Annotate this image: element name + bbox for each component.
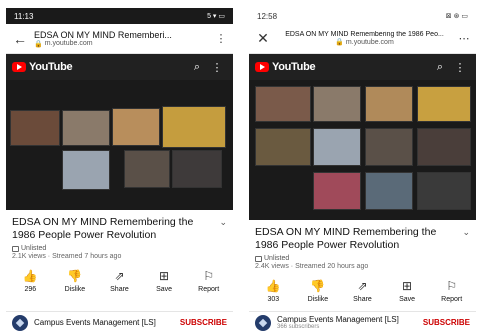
- participant-tile: [255, 128, 311, 166]
- like-button[interactable]: 👍 296: [12, 268, 48, 293]
- lock-icon: 🔒: [34, 40, 43, 48]
- participant-tile: [365, 128, 413, 166]
- participant-tile: [10, 110, 60, 146]
- participant-tile: [162, 106, 226, 148]
- channel-name: Campus Events Management [LS]: [34, 318, 156, 327]
- status-time: 11:13: [14, 11, 34, 21]
- youtube-logo[interactable]: YouTube: [255, 61, 430, 73]
- status-bar: 11:13 5 ▾ ▭: [6, 8, 233, 24]
- unlisted-icon: [255, 255, 262, 262]
- share-button[interactable]: ⇗ Share: [344, 278, 380, 303]
- participant-tile: [124, 150, 170, 188]
- page-title: EDSA ON MY MIND Rememberi...: [34, 29, 172, 40]
- chevron-down-icon[interactable]: ⌄: [219, 216, 227, 242]
- privacy-badge: Unlisted: [12, 245, 227, 252]
- status-icons: 5 ▾ ▭: [207, 13, 225, 20]
- participant-tile: [62, 150, 110, 190]
- channel-info[interactable]: Campus Events Management [LS] 366 subscr…: [277, 315, 417, 330]
- screenshot-right: 12:58 ⊠ ⊛ ▭ ✕ EDSA ON MY MIND Rememberin…: [249, 8, 476, 333]
- more-horizontal-icon[interactable]: ⋯: [458, 32, 470, 45]
- channel-row: Campus Events Management [LS] SUBSCRIBE: [6, 311, 233, 333]
- participant-tile: [313, 172, 361, 210]
- youtube-logo[interactable]: YouTube: [12, 61, 187, 73]
- address-bar[interactable]: EDSA ON MY MIND Remembering the 1986 Peo…: [277, 31, 452, 46]
- action-bar: 👍 296 👎 Dislike ⇗ Share ⊞ Save ⚐ Report: [6, 268, 233, 293]
- action-bar: 👍 303 👎 Dislike ⇗ Share ⊞ Save ⚐ Report: [249, 278, 476, 303]
- more-vertical-icon[interactable]: ⋮: [207, 61, 227, 74]
- channel-name: Campus Events Management [LS]: [277, 315, 399, 324]
- more-vertical-icon[interactable]: ⋮: [450, 61, 470, 74]
- search-icon[interactable]: ⌕: [187, 61, 207, 74]
- page-url: m.youtube.com: [345, 38, 394, 46]
- youtube-header: YouTube ⌕ ⋮: [249, 54, 476, 80]
- arrow-left-icon[interactable]: ←: [12, 31, 28, 47]
- save-button[interactable]: ⊞ Save: [389, 278, 425, 303]
- thumbs-down-icon: 👎: [310, 279, 326, 293]
- video-meta: 2.4K views · Streamed 20 hours ago: [255, 263, 369, 270]
- video-title: EDSA ON MY MIND Remembering the 1986 Peo…: [12, 216, 194, 241]
- lock-icon: 🔒: [335, 39, 344, 46]
- status-icons: ⊠ ⊛ ▭: [445, 13, 468, 20]
- share-icon: ⇗: [114, 269, 125, 283]
- flag-icon: ⚐: [446, 279, 458, 293]
- video-info: EDSA ON MY MIND Remembering the 1986 Peo…: [249, 220, 476, 270]
- participant-tile: [365, 86, 413, 122]
- page-url: m.youtube.com: [44, 40, 93, 47]
- status-bar: 12:58 ⊠ ⊛ ▭: [249, 8, 476, 24]
- dislike-button[interactable]: 👎 Dislike: [57, 268, 93, 293]
- subscribe-button[interactable]: SUBSCRIBE: [423, 318, 470, 327]
- thumbs-down-icon: 👎: [67, 269, 83, 283]
- subscribe-button[interactable]: SUBSCRIBE: [180, 318, 227, 327]
- like-button[interactable]: 👍 303: [255, 278, 291, 303]
- save-to-playlist-icon: ⊞: [159, 269, 170, 283]
- channel-info[interactable]: Campus Events Management [LS]: [34, 318, 174, 327]
- share-button[interactable]: ⇗ Share: [101, 268, 137, 293]
- participant-tile: [62, 110, 110, 146]
- report-button[interactable]: ⚐ Report: [191, 268, 227, 293]
- youtube-play-icon: [12, 62, 26, 72]
- share-icon: ⇗: [357, 279, 368, 293]
- channel-avatar[interactable]: [255, 314, 271, 331]
- save-button[interactable]: ⊞ Save: [146, 268, 182, 293]
- browser-toolbar: ✕ EDSA ON MY MIND Remembering the 1986 P…: [249, 24, 476, 54]
- participant-tile: [365, 172, 413, 210]
- thumbs-up-icon: 👍: [265, 279, 281, 293]
- participant-tile: [172, 150, 222, 188]
- subscriber-count: 366 subscribers: [277, 324, 320, 330]
- participant-tile: [417, 86, 471, 122]
- video-meta: 2.1K views · Streamed 7 hours ago: [12, 253, 122, 260]
- dislike-button[interactable]: 👎 Dislike: [300, 278, 336, 303]
- video-player[interactable]: [6, 80, 233, 210]
- more-vertical-icon[interactable]: ⋮: [215, 32, 227, 45]
- participant-tile: [417, 172, 471, 210]
- youtube-play-icon: [255, 62, 269, 72]
- status-time: 12:58: [257, 11, 278, 21]
- search-icon[interactable]: ⌕: [430, 61, 450, 74]
- video-info: EDSA ON MY MIND Remembering the 1986 Peo…: [6, 210, 233, 260]
- thumbs-up-icon: 👍: [22, 269, 38, 283]
- youtube-header: YouTube ⌕ ⋮: [6, 54, 233, 80]
- participant-tile: [255, 86, 311, 122]
- video-title: EDSA ON MY MIND Remembering the 1986 Peo…: [255, 226, 437, 251]
- flag-icon: ⚐: [203, 269, 215, 283]
- chevron-down-icon[interactable]: ⌄: [462, 226, 470, 252]
- video-title-row[interactable]: EDSA ON MY MIND Remembering the 1986 Peo…: [12, 216, 227, 242]
- channel-avatar[interactable]: [12, 314, 28, 331]
- participant-tile: [112, 108, 160, 146]
- video-title-row[interactable]: EDSA ON MY MIND Remembering the 1986 Peo…: [255, 226, 470, 252]
- report-button[interactable]: ⚐ Report: [434, 278, 470, 303]
- unlisted-icon: [12, 245, 19, 252]
- privacy-badge: Unlisted: [255, 255, 470, 262]
- video-player[interactable]: [249, 80, 476, 220]
- save-to-playlist-icon: ⊞: [402, 279, 413, 293]
- channel-row: Campus Events Management [LS] 366 subscr…: [249, 311, 476, 333]
- close-icon[interactable]: ✕: [255, 30, 271, 47]
- page-title: EDSA ON MY MIND Remembering the 1986 Peo…: [285, 31, 444, 38]
- address-bar[interactable]: EDSA ON MY MIND Rememberi... 🔒 m.youtube…: [34, 30, 209, 48]
- screenshot-left: 11:13 5 ▾ ▭ ← EDSA ON MY MIND Rememberi.…: [6, 8, 233, 333]
- browser-toolbar: ← EDSA ON MY MIND Rememberi... 🔒 m.youtu…: [6, 24, 233, 54]
- participant-tile: [417, 128, 471, 166]
- participant-tile: [313, 128, 361, 166]
- participant-tile: [313, 86, 361, 122]
